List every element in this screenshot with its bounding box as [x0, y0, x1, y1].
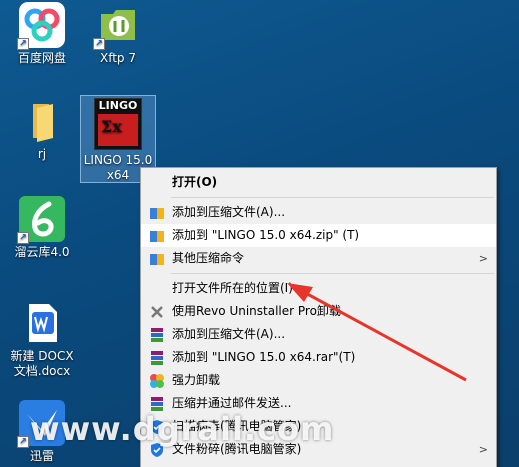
menu-item-open-file-location[interactable]: 打开文件所在的位置(I) — [141, 277, 496, 300]
lingo-icon: LINGO Σx — [94, 98, 142, 150]
context-menu: 打开(O) 添加到压缩文件(A)... 添加到 "LINGO 15.0 x64.… — [140, 167, 497, 467]
menu-item-compress-and-email[interactable]: 压缩并通过邮件发送... — [141, 392, 496, 415]
shortcut-arrow-icon: ↗ — [93, 38, 105, 50]
icon-label: rj — [37, 147, 47, 161]
menu-separator — [171, 197, 494, 198]
menu-item-add-to-lingo-rar[interactable]: 添加到 "LINGO 15.0 x64.rar"(T) — [141, 346, 496, 369]
shortcut-arrow-icon: ↗ — [17, 232, 29, 244]
shield-icon — [151, 420, 163, 434]
desktop-icon-xftp[interactable]: ↗ Xftp 7 — [80, 2, 156, 66]
shortcut-arrow-icon: ↗ — [17, 38, 29, 50]
liuyunku-icon: ↗ — [17, 196, 65, 244]
xunlei-icon: ↗ — [17, 400, 65, 448]
menu-item-revo-uninstall[interactable]: 使用Revo Uninstaller Pro卸载 — [141, 300, 496, 323]
menu-item-add-to-lingo-zip[interactable]: 添加到 "LINGO 15.0 x64.zip" (T) — [141, 224, 496, 247]
submenu-arrow-icon: > — [478, 252, 488, 265]
folder-icon — [19, 98, 65, 144]
word-document-icon — [19, 300, 65, 346]
lingo-logo-sub: Σx — [101, 117, 122, 136]
icon-label-line2: 文档.docx — [13, 364, 71, 378]
icon-label: 溜云库4.0 — [14, 245, 70, 259]
shortcut-arrow-icon: ↗ — [17, 436, 29, 448]
revo-uninstaller-icon — [151, 306, 163, 318]
icon-label-line1: 新建 DOCX — [10, 349, 74, 363]
bandizip-icon — [150, 208, 164, 219]
winrar-icon — [151, 351, 163, 365]
winrar-icon — [151, 328, 163, 342]
lingo-logo-text: LINGO — [98, 99, 138, 112]
submenu-arrow-icon: > — [478, 443, 488, 456]
baidu-netdisk-icon: ↗ — [17, 2, 65, 50]
pinwheel-icon — [150, 374, 164, 388]
desktop-icon-baidu-netdisk[interactable]: ↗ 百度网盘 — [4, 2, 80, 66]
icon-label-line1: LINGO 15.0 — [83, 153, 153, 167]
xftp-icon: ↗ — [93, 2, 141, 50]
bandizip-icon — [150, 254, 164, 265]
menu-item-add-to-archive-rar[interactable]: 添加到压缩文件(A)... — [141, 323, 496, 346]
menu-item-file-shred[interactable]: 文件粉碎(腾讯电脑管家) > — [141, 438, 496, 461]
winrar-icon — [151, 397, 163, 411]
menu-separator — [171, 273, 494, 274]
menu-item-add-to-archive-zip[interactable]: 添加到压缩文件(A)... — [141, 201, 496, 224]
menu-item-open[interactable]: 打开(O) — [141, 171, 496, 194]
shield-icon — [151, 443, 163, 457]
menu-item-scan-virus[interactable]: 扫描病毒(腾讯电脑管家) — [141, 415, 496, 438]
menu-item-other-compress-commands[interactable]: 其他压缩命令 > — [141, 247, 496, 270]
icon-label: 百度网盘 — [17, 51, 66, 65]
desktop-icon-rj-folder[interactable]: rj — [4, 98, 80, 162]
desktop-icon-new-docx[interactable]: 新建 DOCX 文档.docx — [4, 300, 80, 379]
menu-item-force-uninstall[interactable]: 强力卸载 — [141, 369, 496, 392]
desktop-icon-liuyunku[interactable]: ↗ 溜云库4.0 — [4, 196, 80, 260]
icon-label: 迅雷 — [29, 449, 54, 463]
icon-label: Xftp 7 — [99, 51, 136, 65]
desktop-icon-xunlei[interactable]: ↗ 迅雷 — [4, 400, 80, 464]
bandizip-icon — [150, 231, 164, 242]
